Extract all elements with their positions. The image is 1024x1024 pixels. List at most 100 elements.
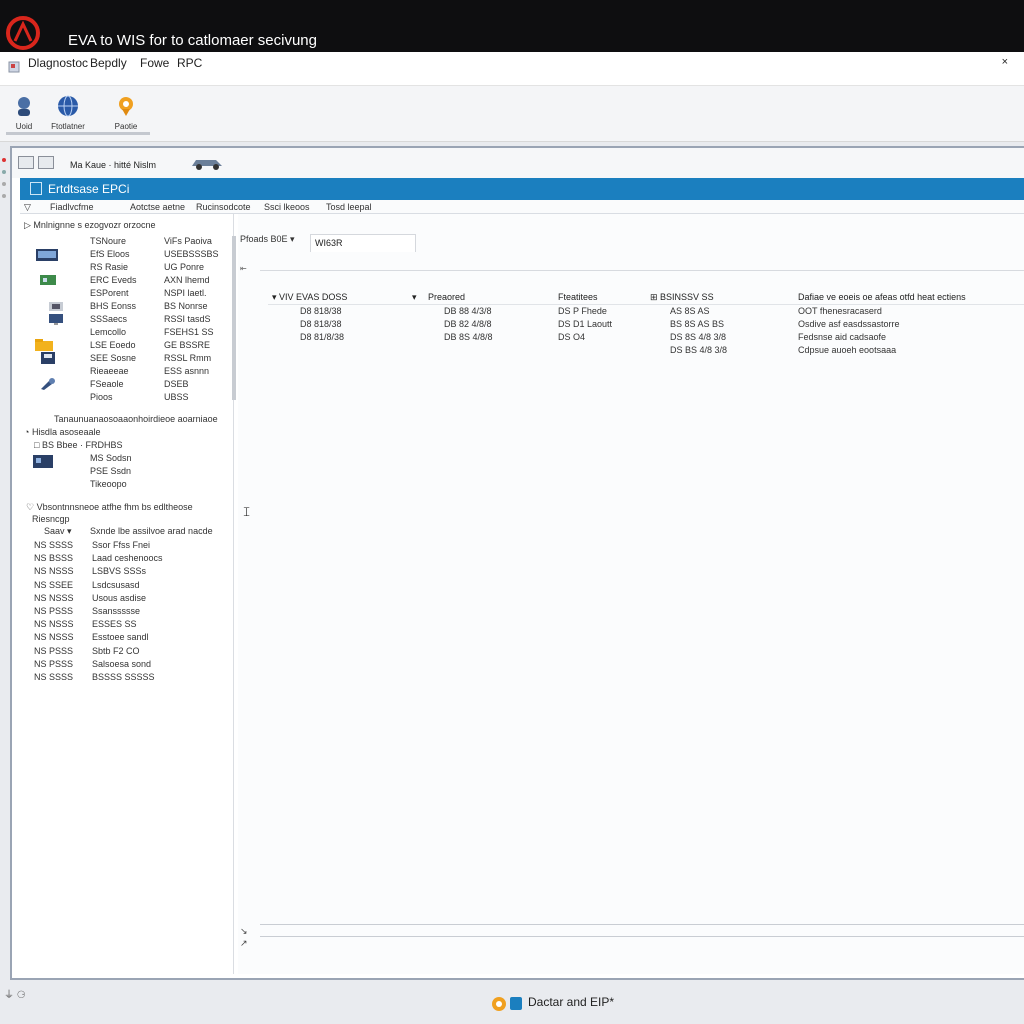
tree-cell: Sbtb F2 CO (92, 645, 140, 656)
tab-icon[interactable]: ▽ (24, 202, 31, 213)
tree-cell: NS BSSS (34, 553, 74, 564)
status-icons[interactable]: ⏚ ⚆ (4, 986, 26, 1001)
expand-icon[interactable]: ↗ (240, 938, 248, 949)
tree-subheader[interactable]: ◔ Hisdla asoseaale (24, 427, 100, 437)
menu-item-repair[interactable]: Bepdly (90, 56, 127, 70)
menu-item-diagnostic[interactable]: Dlagnostoc (28, 56, 88, 70)
column-header[interactable]: ⊞ BSINSSV SS (650, 292, 714, 303)
column-header-label: VIV EVAS DOSS (279, 292, 348, 302)
tree-cell: NS SSEE (34, 579, 74, 590)
panel-tabs: ▽ Fiadlvcfme Aotctse aetne Rucinsodcote … (20, 200, 1024, 214)
subwindow-titlebar: Ma Kaue · hitté Nislm (12, 148, 1024, 178)
tree-cell: Salsoesa sond (92, 658, 152, 669)
close-icon[interactable]: × (1002, 56, 1008, 68)
tree-cell: BHS Eonss (90, 301, 137, 311)
column-header[interactable]: ▾ VIV EVAS DOSS (272, 292, 347, 303)
car-icon (192, 160, 222, 170)
menu-item-epc[interactable]: RPC (177, 56, 202, 70)
path-label[interactable]: Pfoads B0E ▾ (240, 234, 295, 245)
globe-icon (58, 95, 78, 117)
column-header[interactable]: ▾ Preaored (412, 292, 466, 302)
tray-icons[interactable] (490, 994, 524, 1014)
results-pane: Pfoads B0E ▾ WI63R ⇤ ▾ VIV EVAS DOSS ▾ Pr… (238, 214, 1024, 974)
toolbar-button-pin[interactable]: Paotie (102, 94, 150, 136)
folder-icon (35, 339, 53, 351)
tree-cell: EfS Eloos (90, 249, 130, 259)
column-header[interactable]: Dafiae ve eoeis oe afeas otfd heat ectie… (798, 292, 966, 302)
title-bar: EVA to WIS for to catlomaer secivung (0, 0, 1024, 52)
tool-icon (41, 378, 55, 390)
window-title: EVA to WIS for to catlomaer secivung (68, 32, 317, 49)
column-header-label: Preaored (428, 292, 466, 302)
subwindow-caption: Ma Kaue · hitté Nislm (70, 160, 157, 170)
tab-1[interactable]: Fiadlvcfme (50, 202, 94, 212)
tree-cell: BSSSS SSSSS (92, 672, 155, 682)
table-cell: DS BS 4/8 3/8 (670, 345, 728, 355)
monitor-icon (49, 314, 63, 325)
tree-cell: Rieaeeae (90, 366, 129, 376)
tree-cell: Lemcollo (90, 327, 127, 337)
menu-item-fowe[interactable]: Fowe (140, 56, 169, 70)
tree-cell: LSBVS SSSs (92, 566, 147, 577)
tab-3[interactable]: Rucinsodcote (196, 202, 251, 212)
tree-cell: Esstoee sandl (92, 632, 149, 643)
table-cell: DB 88 4/3/8 (444, 306, 492, 316)
tree-cell: NS NSSS (34, 592, 74, 603)
window-icon-2[interactable] (38, 156, 54, 169)
divider (260, 936, 1024, 937)
tree-cell: TSNoure (90, 236, 127, 246)
tree-cell: Laad ceshenoocs (92, 553, 163, 564)
app-menu-icon[interactable] (8, 61, 20, 73)
tree-cell: AXN lhemd (164, 275, 210, 285)
divider (260, 270, 1024, 271)
table-cell: DS 8S 4/8 3/8 (670, 332, 727, 342)
column-header[interactable]: Fteatitees (558, 292, 598, 302)
tree-section-header[interactable]: ▷ Mnlnignne s ezogvozr orzocne (24, 220, 156, 231)
toolbar-button-globe[interactable]: Ftotlatner (44, 94, 92, 136)
module-icon (33, 455, 53, 468)
tab-results-label: WI63R (315, 238, 343, 248)
toolbar: Uoid Ftotlatner Paotie (0, 86, 1024, 142)
table-cell: DS D1 Laoutt (558, 319, 613, 329)
tree-section-header[interactable]: ♡ Vbsontnnsneoe atfhe fhm bs edltheose (26, 502, 193, 513)
tree-cell: Usous asdise (92, 592, 147, 603)
panel-title: Ertdtsase EPCi (48, 182, 130, 196)
tree-cell: ESSES SS (92, 619, 137, 630)
table-cell: D8 81/8/38 (300, 332, 345, 342)
header-divider (268, 304, 1024, 305)
tree-cell: NS PSSS (34, 658, 74, 669)
window-icon-1[interactable] (18, 156, 34, 169)
toolbar-button-user[interactable]: Uoid (0, 94, 48, 136)
tree-subsubheader-label: BS Bbee · FRDHBS (41, 440, 123, 450)
board-icon (40, 275, 56, 285)
computer-icon (36, 249, 58, 261)
tree-cell: Pioos (90, 392, 113, 402)
table-cell: Cdpsue auoeh eootsaaa (798, 345, 897, 355)
tree-cell: FSeaole (90, 379, 124, 389)
table-cell: DB 8S 4/8/8 (444, 332, 493, 342)
tree-subsubheader[interactable]: □ BS Bbee · FRDHBS (34, 440, 122, 450)
tree-section-header[interactable]: Tanaunuanaosoaaonhoirdieoe aoarniaoe (54, 414, 218, 424)
tab-4[interactable]: Ssci lkeoos (264, 202, 310, 212)
toolbar-separator (6, 132, 150, 135)
collapse-arrow-icon[interactable]: ⇤ (240, 264, 247, 273)
tree-cell: UBSS (164, 392, 189, 402)
tab-results[interactable]: WI63R (310, 234, 416, 252)
tree-cell: ESPorent (90, 288, 129, 298)
tree-cell: Tikeoopo (90, 479, 127, 489)
tab-5[interactable]: Tosd leepal (326, 202, 372, 212)
tree-colhead: Saav ▾ (44, 526, 72, 536)
tree-cell: NS SSSS (34, 540, 74, 550)
tree-cell: RSSL Rmm (164, 353, 212, 363)
tree-cell: USEBSSSBS (164, 249, 219, 259)
tab-2[interactable]: Aotctse aetne (130, 202, 185, 212)
tree-cell: SSSaecs (90, 314, 128, 324)
tree-cell: ERC Eveds (90, 275, 137, 285)
table-cell: D8 818/38 (300, 306, 342, 316)
scrollbar[interactable] (232, 236, 236, 400)
status-bar: ⏚ ⚆ Dactar and EIP* (0, 984, 1024, 1024)
tree-cell: MS Sodsn (90, 453, 132, 463)
expand-icon[interactable]: ↘ (240, 926, 248, 937)
tree-subheader-label: Hisdla asoseaale (31, 427, 101, 437)
tree-subheader[interactable]: Riesncgp (32, 514, 70, 524)
